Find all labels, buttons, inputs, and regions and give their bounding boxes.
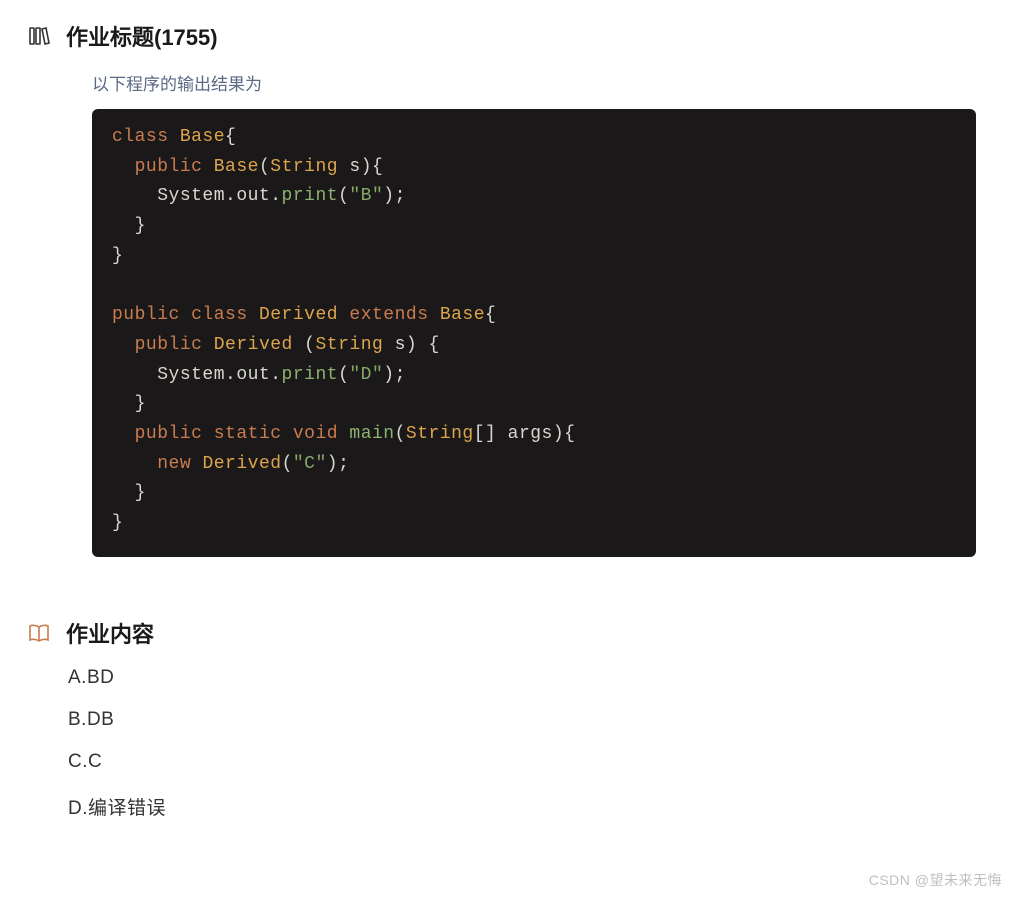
options-list: A.BD B.DB C.C D.编译错误 xyxy=(0,667,1028,820)
section-header: 作业内容 xyxy=(0,617,1028,649)
code-block: class Base{ public Base(String s){ Syste… xyxy=(92,109,976,557)
title-section: 作业标题(1755) 以下程序的输出结果为 class Base{ public… xyxy=(0,20,1028,557)
option-b: B.DB xyxy=(68,709,1028,731)
section-header: 作业标题(1755) xyxy=(0,20,1028,52)
option-d: D.编译错误 xyxy=(68,793,1028,820)
books-icon xyxy=(26,23,52,49)
content-heading: 作业内容 xyxy=(66,617,154,649)
title-heading: 作业标题(1755) xyxy=(66,20,218,52)
content-section: 作业内容 A.BD B.DB C.C D.编译错误 xyxy=(0,617,1028,820)
option-c: C.C xyxy=(68,751,1028,773)
question-text: 以下程序的输出结果为 xyxy=(0,70,1028,95)
open-book-icon xyxy=(26,620,52,646)
watermark: CSDN @望未来无悔 xyxy=(869,870,1002,890)
option-a: A.BD xyxy=(68,667,1028,689)
